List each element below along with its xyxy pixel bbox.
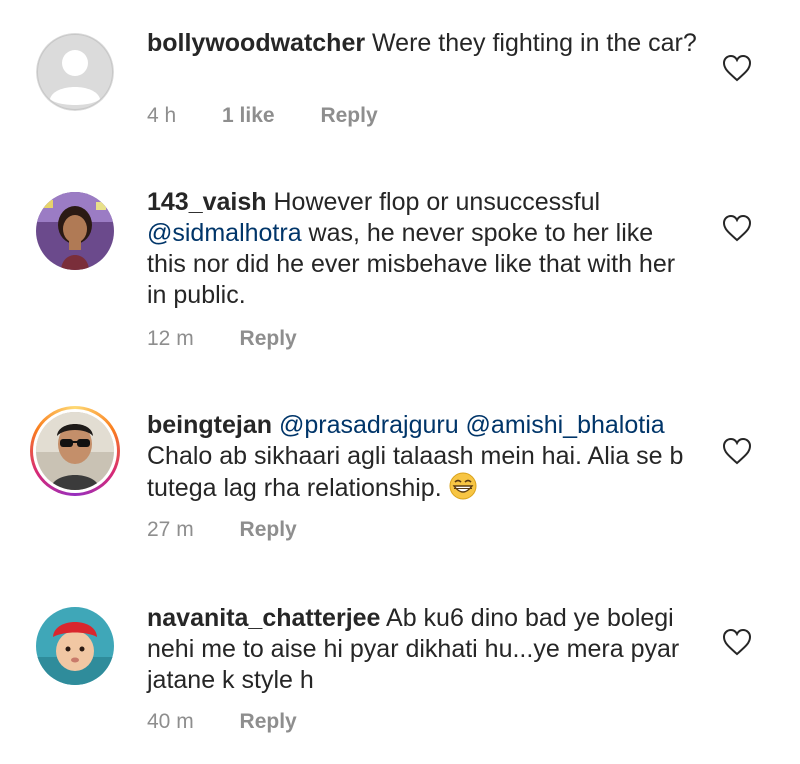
reply-button[interactable]: Reply <box>240 327 297 351</box>
comment-username[interactable]: bollywoodwatcher <box>147 29 365 57</box>
heart-icon[interactable] <box>722 628 752 656</box>
comment-body: However flop or unsuccessful <box>266 188 601 216</box>
like-count-button[interactable]: 1 like <box>222 104 275 128</box>
user-photo-icon <box>36 412 114 490</box>
heart-icon[interactable] <box>722 437 752 465</box>
avatar[interactable] <box>36 33 114 111</box>
comment-username[interactable]: beingtejan <box>147 411 272 439</box>
avatar[interactable] <box>36 607 114 685</box>
comment-text: bollywoodwatcher Were they fighting in t… <box>147 28 697 59</box>
reply-button[interactable]: Reply <box>320 104 377 128</box>
comment-meta: 12 m Reply <box>147 327 297 351</box>
heart-icon[interactable] <box>722 214 752 242</box>
comment-body-continued: Chalo ab sikhaari agli talaash mein hai.… <box>147 442 684 502</box>
comment-text: beingtejan @prasadrajguru @amishi_bhalot… <box>147 410 697 504</box>
comment-text: navanita_chatterjee Ab ku6 dino bad ye b… <box>147 603 697 696</box>
avatar[interactable] <box>36 192 114 270</box>
reply-button[interactable]: Reply <box>240 710 297 734</box>
comment-meta: 4 h 1 like Reply <box>147 104 378 128</box>
story-ring[interactable] <box>30 406 120 496</box>
comment-meta: 40 m Reply <box>147 710 297 734</box>
reply-button[interactable]: Reply <box>240 518 297 542</box>
user-photo-icon <box>36 607 114 685</box>
comment-timestamp[interactable]: 12 m <box>147 327 194 351</box>
mention-link[interactable]: @sidmalhotra <box>147 219 302 247</box>
heart-icon[interactable] <box>722 54 752 82</box>
comment-timestamp[interactable]: 27 m <box>147 518 194 542</box>
avatar[interactable] <box>36 412 114 490</box>
comment-text: 143_vaish However flop or unsuccessful @… <box>147 187 697 311</box>
grinning-face-emoji-icon <box>449 472 477 500</box>
comment-username[interactable]: 143_vaish <box>147 188 267 216</box>
default-avatar-icon <box>36 33 114 111</box>
comment-meta: 27 m Reply <box>147 518 297 542</box>
comment-timestamp[interactable]: 4 h <box>147 104 176 128</box>
comment-username[interactable]: navanita_chatterjee <box>147 604 380 632</box>
user-photo-icon <box>36 192 114 270</box>
mention-link[interactable]: @prasadrajguru @amishi_bhalotia <box>279 411 665 439</box>
comment-body: Were they fighting in the car? <box>365 29 697 57</box>
comment-body <box>272 411 279 439</box>
comment-timestamp[interactable]: 40 m <box>147 710 194 734</box>
